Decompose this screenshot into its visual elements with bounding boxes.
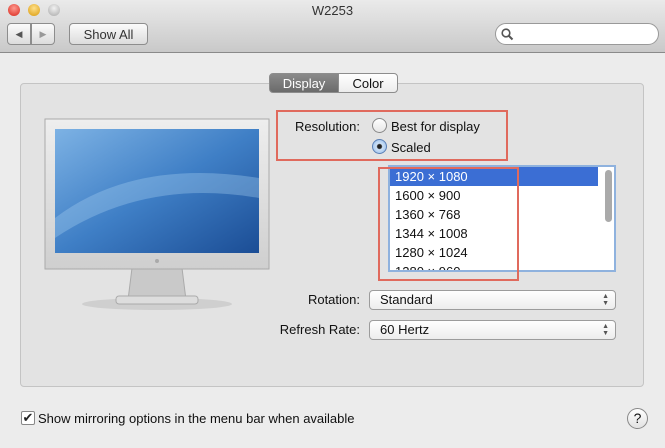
monitor-image <box>44 118 270 310</box>
tab-color[interactable]: Color <box>338 73 398 93</box>
resolution-label: Resolution: <box>294 119 360 134</box>
rotation-value: Standard <box>380 292 433 307</box>
mirroring-label: Show mirroring options in the menu bar w… <box>38 411 355 426</box>
help-button[interactable]: ? <box>627 408 648 429</box>
scaled-label: Scaled <box>391 140 431 155</box>
best-for-display-radio[interactable] <box>372 118 387 133</box>
updown-arrows-icon: ▲ ▼ <box>602 293 609 307</box>
resolution-list-highlight <box>378 167 519 281</box>
refresh-rate-value: 60 Hertz <box>380 322 430 337</box>
refresh-rate-select[interactable]: 60 Hertz ▲ ▼ <box>369 320 616 340</box>
refresh-rate-label: Refresh Rate: <box>279 322 360 337</box>
search-input[interactable] <box>495 23 659 45</box>
scaled-radio[interactable] <box>372 139 387 154</box>
window-title: W2253 <box>311 3 354 18</box>
show-all-button[interactable]: Show All <box>69 23 148 45</box>
updown-arrows-icon: ▲ ▼ <box>602 323 609 337</box>
back-button[interactable]: ◀ <box>7 23 31 45</box>
rotation-select[interactable]: Standard ▲ ▼ <box>369 290 616 310</box>
rotation-label: Rotation: <box>307 292 360 307</box>
tab-display[interactable]: Display <box>269 73 339 93</box>
mirroring-checkbox[interactable]: ✔ <box>21 411 35 425</box>
search-icon <box>501 28 514 41</box>
list-scrollbar[interactable] <box>605 170 612 222</box>
best-for-display-label: Best for display <box>391 119 480 134</box>
forward-button[interactable]: ▶ <box>31 23 55 45</box>
